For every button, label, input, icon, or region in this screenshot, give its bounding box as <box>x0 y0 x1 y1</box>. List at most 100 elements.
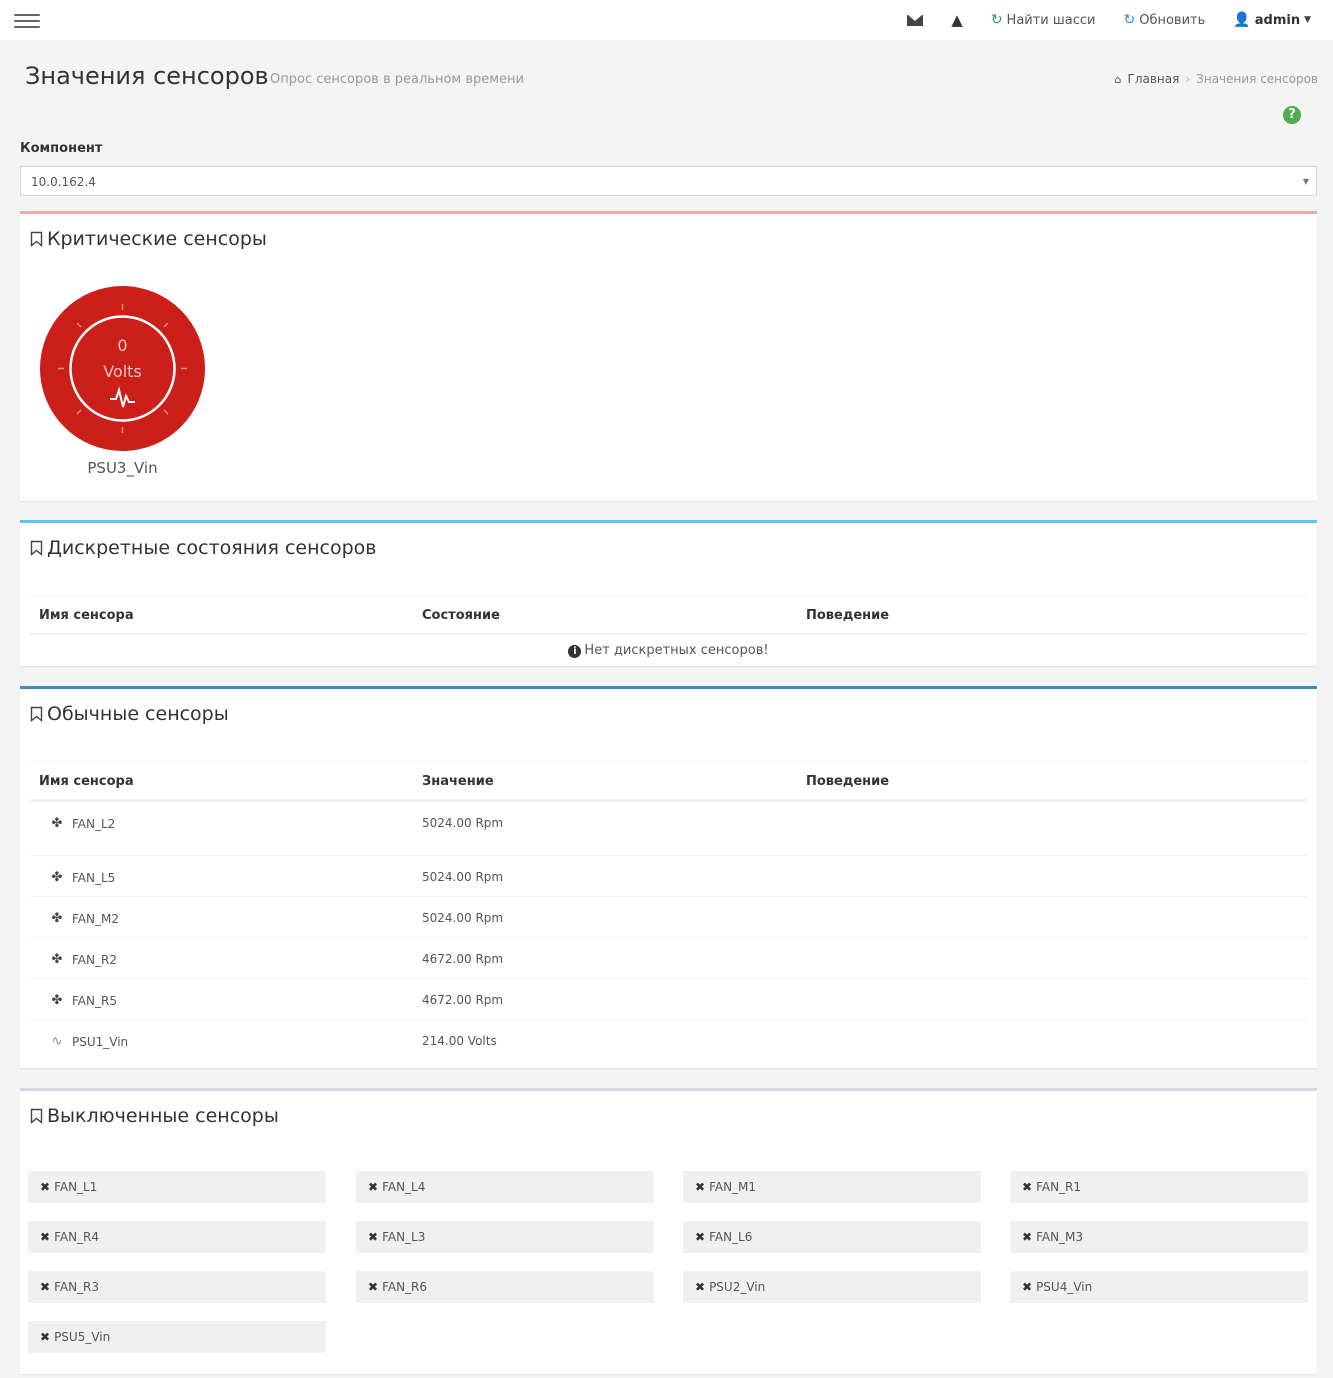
close-icon: ✖ <box>368 1230 379 1244</box>
disabled-sensor-name: PSU5_Vin <box>54 1330 111 1344</box>
component-label: Компонент <box>20 141 103 156</box>
disabled-sensor-name: FAN_R4 <box>54 1230 100 1244</box>
col-value: Значение <box>422 774 494 789</box>
table-row: ∿ PSU1_Vin 214.00 Volts <box>30 1019 1307 1060</box>
sensor-name-cell: ✤ FAN_R2 <box>50 952 117 967</box>
caret-down-icon: ▼ <box>1304 15 1311 25</box>
close-icon: ✖ <box>695 1280 706 1294</box>
sensor-name-cell: ∿ PSU1_Vin <box>50 1034 129 1049</box>
help-icon[interactable]: ? <box>1283 106 1301 124</box>
sensor-name: PSU1_Vin <box>72 1034 129 1049</box>
sensor-name: FAN_R2 <box>72 952 117 967</box>
close-icon: ✖ <box>1022 1280 1033 1294</box>
sensor-name: FAN_M2 <box>72 911 119 926</box>
disabled-sensor-tag: ✖ FAN_R6 <box>356 1271 654 1303</box>
table-header: Имя сенсора Состояние Поведение <box>30 595 1307 635</box>
discrete-sensors-table: Имя сенсора Состояние Поведение i Нет дис… <box>30 595 1307 665</box>
disabled-sensor-tag: ✖ FAN_L6 <box>683 1221 981 1253</box>
home-icon: ⌂ <box>1114 72 1122 86</box>
empty-message-text: Нет дискретных сенсоров! <box>584 643 769 658</box>
disabled-sensor-name: FAN_L6 <box>709 1230 753 1244</box>
breadcrumb-separator: › <box>1185 72 1191 86</box>
gauge-value: 0 <box>117 336 128 355</box>
alerts-button[interactable]: ▲ <box>951 12 963 28</box>
critical-sensor-gauge[interactable]: 0 Volts <box>40 286 205 451</box>
messages-button[interactable] <box>907 14 924 26</box>
sensor-value: 5024.00 Rpm <box>422 911 504 925</box>
find-chassis-label: Найти шасси <box>1006 12 1096 28</box>
user-icon: 👤 <box>1233 12 1251 28</box>
disabled-sensor-name: FAN_R1 <box>1036 1180 1082 1194</box>
close-icon: ✖ <box>695 1180 706 1194</box>
discrete-sensors-title-text: Дискретные состояния сенсоров <box>47 537 377 559</box>
table-row: ✤ FAN_R2 4672.00 Rpm <box>30 937 1307 978</box>
disabled-sensor-tag: ✖ FAN_M3 <box>1010 1221 1308 1253</box>
find-chassis-button[interactable]: ↻ Найти шасси <box>991 12 1096 28</box>
normal-sensors-title-text: Обычные сенсоры <box>47 703 229 725</box>
table-header: Имя сенсора Значение Поведение <box>30 761 1307 801</box>
disabled-sensor-tag: ✖ PSU2_Vin <box>683 1271 981 1303</box>
close-icon: ✖ <box>40 1230 51 1244</box>
disabled-sensor-name: FAN_M1 <box>709 1180 757 1194</box>
disabled-sensor-name: FAN_M3 <box>1036 1230 1084 1244</box>
sensor-name-cell: ✤ FAN_M2 <box>50 911 119 926</box>
table-row: ✤ FAN_L5 5024.00 Rpm <box>30 855 1307 896</box>
refresh-button[interactable]: ↻ Обновить <box>1124 12 1206 28</box>
disabled-sensor-tag: ✖ FAN_R3 <box>28 1271 326 1303</box>
bookmark-icon <box>30 540 43 556</box>
discrete-sensors-panel: Дискретные состояния сенсоров Имя сенсор… <box>20 520 1317 666</box>
close-icon: ✖ <box>695 1230 706 1244</box>
disabled-sensor-name: FAN_L4 <box>382 1180 426 1194</box>
empty-message: i Нет дискретных сенсоров! <box>30 643 1307 658</box>
fan-icon: ✤ <box>51 993 63 1008</box>
disabled-sensor-tag: ✖ FAN_L1 <box>28 1171 326 1203</box>
disabled-sensors-title-text: Выключенные сенсоры <box>47 1105 279 1127</box>
select-arrow-icon: ▼ <box>1302 177 1309 186</box>
disabled-sensor-name: FAN_R3 <box>54 1280 100 1294</box>
bookmark-icon <box>30 1108 43 1124</box>
disabled-sensor-name: PSU2_Vin <box>709 1280 766 1294</box>
sensor-value: 4672.00 Rpm <box>422 993 504 1007</box>
normal-sensors-table: Имя сенсора Значение Поведение ✤ FAN_L2 5… <box>30 761 1307 1061</box>
close-icon: ✖ <box>368 1180 379 1194</box>
sensor-value: 4672.00 Rpm <box>422 952 504 966</box>
sensor-name-cell: ✤ FAN_L5 <box>50 870 116 885</box>
fan-icon: ✤ <box>51 870 63 885</box>
disabled-sensor-name: FAN_L1 <box>54 1180 98 1194</box>
disabled-sensor-tag: ✖ FAN_R4 <box>28 1221 326 1253</box>
envelope-icon <box>907 14 924 26</box>
user-name: admin <box>1254 12 1301 28</box>
fan-icon: ✤ <box>51 911 63 926</box>
navbar-actions: ▲ ↻ Найти шасси ↻ Обновить 👤 admin ▼ <box>907 0 1311 40</box>
table-row: ✤ FAN_M2 5024.00 Rpm <box>30 896 1307 937</box>
gauge-unit: Volts <box>103 362 142 381</box>
disabled-sensor-name: PSU4_Vin <box>1036 1280 1093 1294</box>
breadcrumb-home-link[interactable]: Главная <box>1128 72 1180 86</box>
close-icon: ✖ <box>40 1180 51 1194</box>
sensor-name-cell: ✤ FAN_R5 <box>50 993 117 1008</box>
close-icon: ✖ <box>1022 1180 1033 1194</box>
normal-sensors-title: Обычные сенсоры <box>30 703 229 725</box>
sensor-value: 5024.00 Rpm <box>422 870 504 884</box>
disabled-sensor-tag: ✖ FAN_M1 <box>683 1171 981 1203</box>
disabled-sensors-title: Выключенные сенсоры <box>30 1105 279 1127</box>
page-title: Значения сенсоров <box>25 62 269 90</box>
table-row: ✤ FAN_R5 4672.00 Rpm <box>30 978 1307 1019</box>
close-icon: ✖ <box>40 1280 51 1294</box>
disabled-sensor-name: FAN_R6 <box>382 1280 428 1294</box>
component-select[interactable]: 10.0.162.4 ▼ <box>20 166 1317 196</box>
disabled-sensor-name: FAN_L3 <box>382 1230 426 1244</box>
pulse-icon: ∿ <box>51 1034 63 1049</box>
close-icon: ✖ <box>1022 1230 1033 1244</box>
fan-icon: ✤ <box>51 816 63 831</box>
menu-toggle-icon[interactable] <box>14 10 40 30</box>
table-row: ✤ FAN_L2 5024.00 Rpm <box>30 801 1307 842</box>
sensor-name-cell: ✤ FAN_L2 <box>50 816 116 831</box>
sensor-name: FAN_L2 <box>72 816 116 831</box>
critical-sensors-panel: Критические сенсоры 0 Volts PSU3_Vin <box>20 211 1317 501</box>
user-menu[interactable]: 👤 admin ▼ <box>1233 12 1311 28</box>
close-icon: ✖ <box>368 1280 379 1294</box>
sensor-value: 5024.00 Rpm <box>422 816 504 830</box>
top-navbar: ▲ ↻ Найти шасси ↻ Обновить 👤 admin ▼ <box>0 0 1333 40</box>
disabled-sensors-panel: Выключенные сенсоры ✖ FAN_L1 ✖ FAN_L4 ✖ FAN… <box>20 1088 1317 1374</box>
